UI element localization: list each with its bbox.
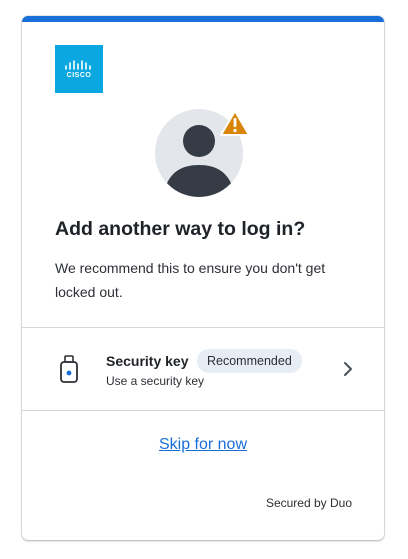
divider: [22, 410, 384, 411]
security-key-option[interactable]: Security key Recommended Use a security …: [22, 328, 384, 410]
cisco-bridge-icon: [65, 60, 91, 70]
logo-text: CISCO: [66, 72, 92, 79]
recommended-badge: Recommended: [197, 349, 302, 373]
page-title: Add another way to log in?: [55, 218, 306, 240]
option-subtitle: Use a security key: [106, 374, 205, 388]
skip-link-container: Skip for now: [22, 436, 384, 454]
chevron-right-icon: [344, 362, 352, 376]
option-title: Security key: [106, 353, 189, 369]
warning-icon: [220, 110, 250, 136]
accent-bar: [22, 16, 384, 22]
cisco-logo: CISCO: [55, 45, 103, 93]
prompt-card: CISCO Add another way to log in? We reco…: [22, 16, 384, 540]
security-key-icon: [60, 355, 78, 383]
page-description: We recommend this to ensure you don't ge…: [55, 260, 326, 300]
skip-for-now-link[interactable]: Skip for now: [159, 436, 247, 453]
secured-by-footer: Secured by Duo: [265, 496, 352, 510]
user-warning-icon: [155, 109, 255, 201]
